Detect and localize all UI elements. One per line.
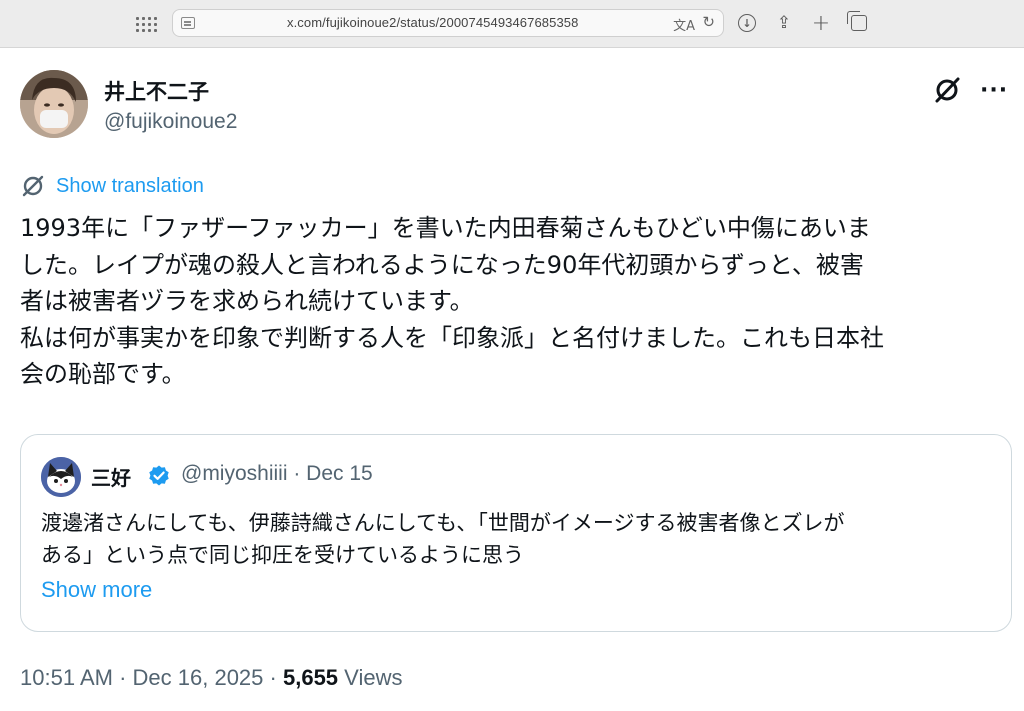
- tweet-date[interactable]: Dec 16, 2025: [133, 665, 264, 690]
- browser-toolbar: x.com/fujikoinoue2/status/20007454934676…: [0, 0, 1024, 48]
- views-label: Views: [344, 665, 403, 690]
- site-icon: [181, 17, 195, 29]
- translate-icon[interactable]: 文A: [673, 15, 695, 34]
- author-handle[interactable]: @fujikoinoue2: [104, 110, 237, 134]
- quoted-text: 渡邊渚さんにしても、伊藤詩織さんにしても、「世間がイメージする被害者像とズレが …: [41, 507, 1001, 571]
- verified-icon: [149, 465, 169, 486]
- grid-icon[interactable]: [135, 14, 157, 34]
- meta-separator: ·: [119, 665, 127, 690]
- quoted-text-line: ある」という点で同じ抑圧を受けているように思う: [41, 543, 524, 567]
- tweet-text-line: 1993年に「ファザーファッカー」を書いた内田春菊さんもひどい中傷にあいま: [20, 214, 871, 242]
- views-count: 5,655: [282, 665, 339, 690]
- tweet-text: 1993年に「ファザーファッカー」を書いた内田春菊さんもひどい中傷にあいま した…: [20, 210, 1006, 393]
- tweet-text-line: 会の恥部です。: [20, 360, 186, 388]
- reload-icon[interactable]: ↻: [702, 13, 715, 31]
- tweet-time[interactable]: 10:51 AM: [20, 665, 113, 690]
- share-icon[interactable]: ⇪: [773, 12, 795, 34]
- tweet-text-line: 者は被害者ヅラを求められ続けています。: [20, 287, 474, 315]
- tabs-icon[interactable]: [847, 11, 870, 34]
- quoted-display-name[interactable]: 三好: [91, 462, 131, 491]
- quoted-tweet[interactable]: 三好 @miyoshiiii · Dec 15 渡邊渚さんにしても、伊藤詩織さん…: [20, 434, 1012, 632]
- download-icon[interactable]: ↓: [736, 12, 758, 34]
- show-translation-label[interactable]: Show translation: [56, 175, 204, 198]
- translate-logo-icon: [22, 175, 44, 197]
- url-text[interactable]: x.com/fujikoinoue2/status/20007454934676…: [287, 15, 578, 30]
- grok-icon[interactable]: [932, 75, 962, 105]
- address-bar[interactable]: x.com/fujikoinoue2/status/20007454934676…: [172, 9, 724, 37]
- new-tab-icon[interactable]: +: [810, 11, 832, 36]
- quoted-avatar[interactable]: [41, 457, 81, 497]
- meta-separator: ·: [269, 665, 277, 690]
- tweet-text-line: 私は何が事実かを印象で判断する人を「印象派」と名付けました。これも日本社: [20, 323, 884, 352]
- quoted-handle-date[interactable]: @miyoshiiii · Dec 15: [181, 462, 373, 486]
- more-icon[interactable]: ···: [980, 78, 1008, 103]
- author-display-name[interactable]: 井上不二子: [104, 76, 209, 106]
- quoted-text-line: 渡邊渚さんにしても、伊藤詩織さんにしても、「世間がイメージする被害者像とズレが: [41, 511, 845, 535]
- show-translation-button[interactable]: Show translation: [20, 172, 204, 200]
- show-more-link[interactable]: Show more: [41, 577, 152, 603]
- tweet-text-line: した。レイプが魂の殺人と言われるようになった90年代初頭からずっと、被害: [20, 250, 864, 279]
- tweet-meta: 10:51 AM · Dec 16, 2025 · 5,655 Views: [20, 665, 402, 691]
- avatar[interactable]: [20, 70, 88, 138]
